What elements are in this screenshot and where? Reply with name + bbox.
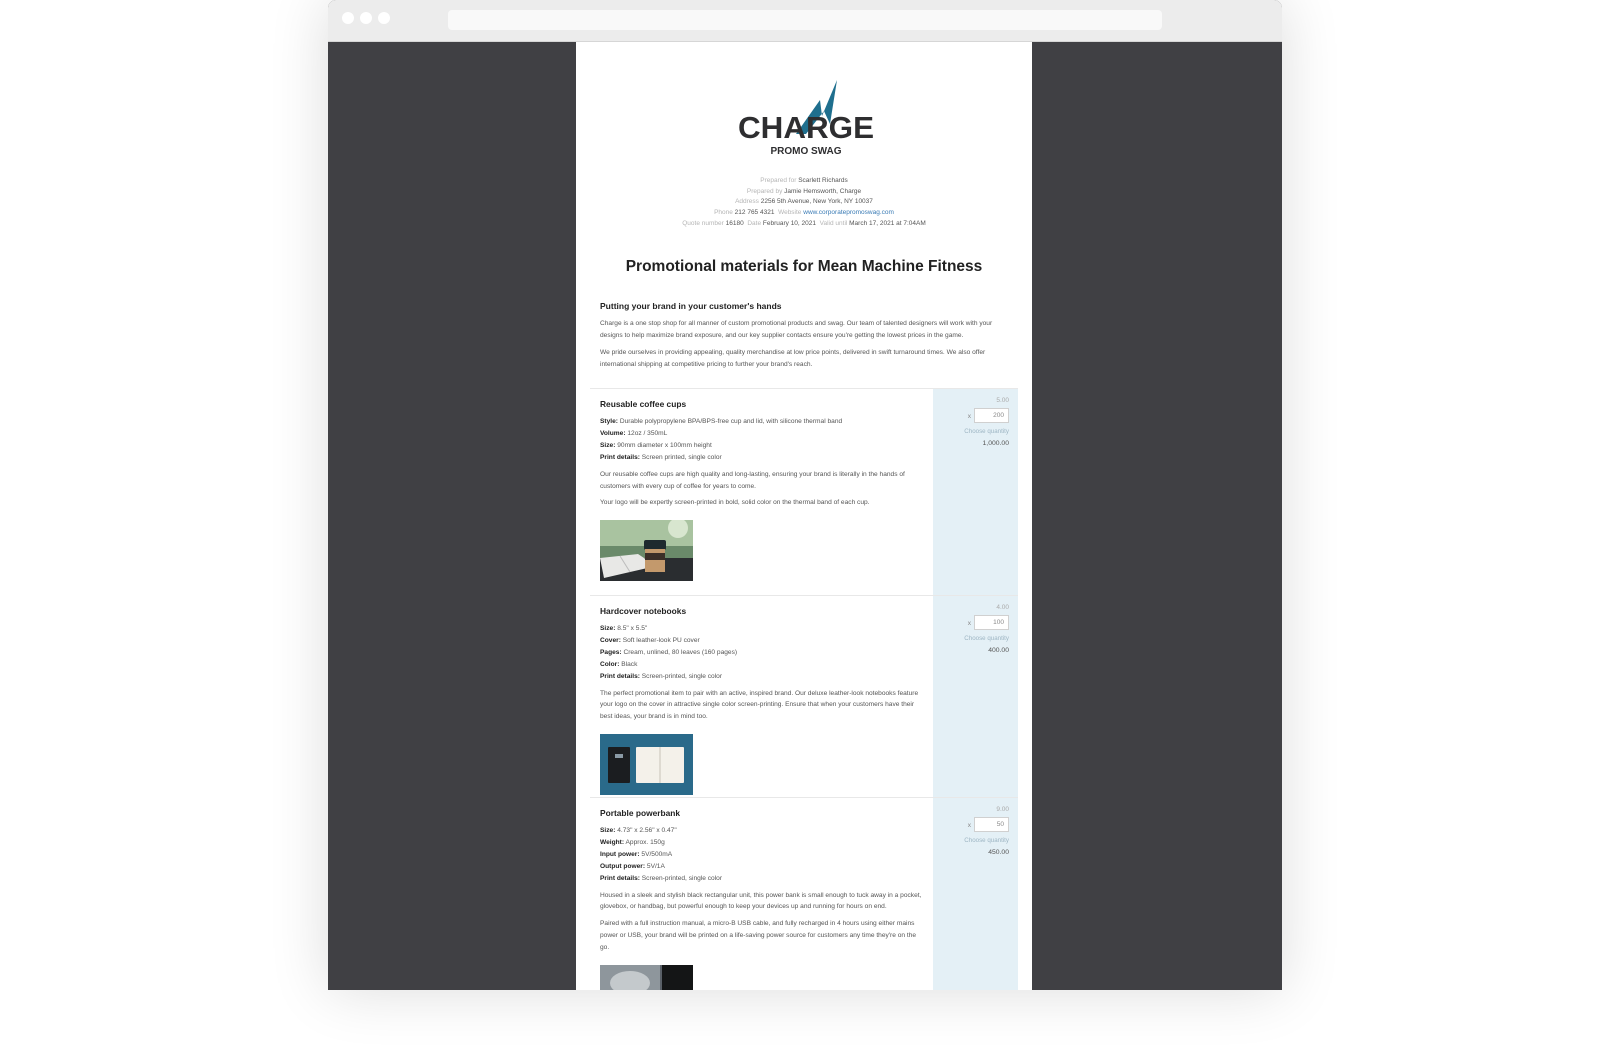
page-viewport: CHARGE PROMO SWAG Prepared for Scarlett … <box>328 42 1282 990</box>
line-total: 1,000.00 <box>982 440 1009 447</box>
item-title: Reusable coffee cups <box>600 399 687 409</box>
website-link[interactable]: www.corporatepromoswag.com <box>803 209 894 216</box>
meta-address: Address 2256 5th Avenue, New York, NY 10… <box>735 198 873 206</box>
quantity-input[interactable]: 200 <box>974 408 1009 423</box>
item-spec: Pages: Cream, unlined, 80 leaves (160 pa… <box>600 648 738 656</box>
item-spec: Input power: 5V/500mA <box>600 850 673 858</box>
item-spec: Size: 90mm diameter x 100mm height <box>600 441 712 449</box>
item-spec: Cover: Soft leather-look PU cover <box>600 636 700 644</box>
line-total: 400.00 <box>988 647 1009 654</box>
pricing-panel: 9.00 x 50 Choose quantity 450.00 <box>933 798 1018 990</box>
quantity-input[interactable]: 50 <box>974 817 1009 832</box>
pricing-panel: 4.00 x 100 Choose quantity 400.00 <box>933 596 1018 797</box>
meta-quote-info: Quote number 16180 Date February 10, 202… <box>682 219 926 227</box>
maximize-window-button[interactable] <box>378 12 390 24</box>
item-description: The perfect promotional item to pair wit… <box>600 689 919 721</box>
pricing-panel: 5.00 x 200 Choose quantity 1,000.00 <box>933 389 1018 595</box>
choose-quantity-link[interactable]: Choose quantity <box>964 837 1009 844</box>
item-spec: Weight: Approx. 150g <box>600 838 665 846</box>
item-description: Housed in a sleek and stylish black rect… <box>600 891 922 911</box>
line-item-notebooks: Hardcover notebooks Size: 8.5" x 5.5" Co… <box>590 595 1018 797</box>
multiply-sign: x <box>967 822 971 829</box>
item-spec: Size: 4.73" x 2.56" x 0.47" <box>600 827 677 834</box>
notebook-photo <box>600 734 693 796</box>
item-spec: Print details: Screen-printed, single co… <box>600 672 723 680</box>
meta-prepared-for: Prepared for Scarlett Richards <box>760 177 848 184</box>
unit-price: 4.00 <box>996 604 1009 611</box>
choose-quantity-link[interactable]: Choose quantity <box>964 428 1009 435</box>
item-spec: Color: Black <box>600 660 638 668</box>
charge-logo: CHARGE PROMO SWAG <box>738 80 874 157</box>
close-window-button[interactable] <box>342 12 354 24</box>
powerbank-photo <box>600 965 693 990</box>
item-description: Paired with a full instruction manual, a… <box>600 920 917 952</box>
browser-window: CHARGE PROMO SWAG Prepared for Scarlett … <box>328 0 1282 990</box>
multiply-sign: x <box>967 413 971 420</box>
intro-section: Putting your brand in your customer's ha… <box>600 301 1000 376</box>
item-title: Portable powerbank <box>600 808 681 818</box>
item-spec: Size: 8.5" x 5.5" <box>600 625 648 632</box>
item-spec: Style: Durable polypropylene BPA/BPS-fre… <box>600 418 843 425</box>
logo-wordmark: CHARGE <box>738 110 874 145</box>
item-spec: Print details: Screen printed, single co… <box>600 453 722 461</box>
multiply-sign: x <box>967 620 971 627</box>
browser-toolbar <box>328 0 1282 42</box>
item-description: Your logo will be expertly screen-printe… <box>600 499 870 507</box>
quote-title: Promotional materials for Mean Machine F… <box>625 258 983 275</box>
minimize-window-button[interactable] <box>360 12 372 24</box>
quantity-input[interactable]: 100 <box>974 615 1009 630</box>
line-total: 450.00 <box>988 849 1009 856</box>
intro-heading: Putting your brand in your customer's ha… <box>600 301 782 311</box>
choose-quantity-link[interactable]: Choose quantity <box>964 635 1009 642</box>
item-spec: Output power: 5V/1A <box>600 862 665 870</box>
unit-price: 9.00 <box>996 806 1009 813</box>
line-item-powerbank: Portable powerbank Size: 4.73" x 2.56" x… <box>590 797 1018 990</box>
meta-contact: Phone 212 765 4321 Website www.corporate… <box>714 209 894 217</box>
item-spec: Volume: 12oz / 350mL <box>600 429 668 437</box>
logo-subtitle: PROMO SWAG <box>770 146 841 157</box>
quote-document: CHARGE PROMO SWAG Prepared for Scarlett … <box>576 42 1032 990</box>
item-description: Our reusable coffee cups are high qualit… <box>600 470 905 490</box>
unit-price: 5.00 <box>996 397 1009 404</box>
address-bar[interactable] <box>448 10 1162 30</box>
line-item-coffee-cups: Reusable coffee cups Style: Durable poly… <box>590 388 1018 595</box>
item-title: Hardcover notebooks <box>600 606 687 616</box>
intro-paragraph: We pride ourselves in providing appealin… <box>600 348 986 368</box>
quote-meta: Prepared for Scarlett Richards Prepared … <box>576 176 1032 230</box>
intro-paragraph: Charge is a one stop shop for all manner… <box>600 320 993 339</box>
meta-prepared-by: Prepared by Jamie Hemsworth, Charge <box>746 187 862 195</box>
coffee-cup-photo <box>600 520 693 582</box>
item-spec: Print details: Screen-printed, single co… <box>600 874 723 882</box>
